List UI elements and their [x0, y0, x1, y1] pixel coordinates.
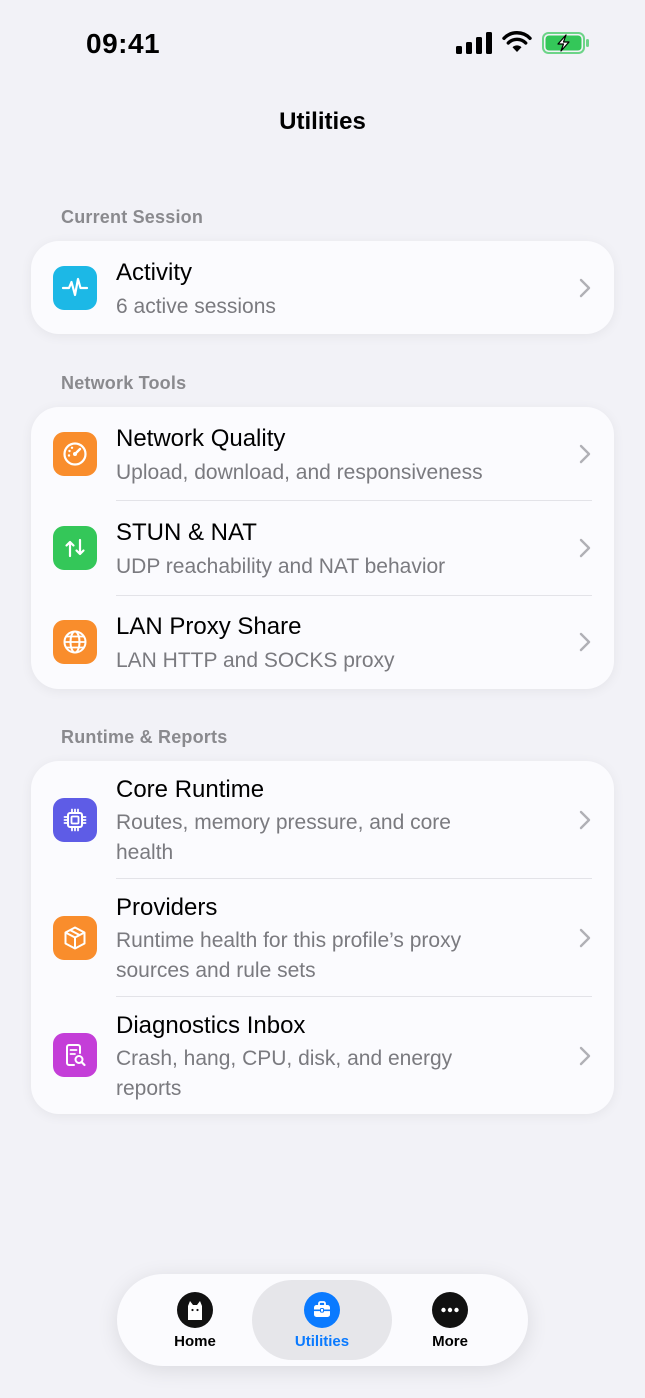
diagnostics-title: Diagnostics Inbox [116, 1012, 306, 1039]
tab-home[interactable]: Home [125, 1280, 265, 1360]
chevron-right-icon [579, 444, 591, 464]
box-icon [53, 916, 97, 960]
lan-proxy-title: LAN Proxy Share [116, 613, 302, 640]
network-quality-subtitle: Upload, download, and responsiveness [116, 461, 483, 484]
current-session-card: Activity 6 active sessions [31, 241, 614, 334]
utilities-screen: 09:41 Utilities Current Session Activity… [0, 0, 645, 1398]
arrows-updown-icon [53, 526, 97, 570]
chevron-right-icon [579, 632, 591, 652]
activity-subtitle: 6 active sessions [116, 295, 276, 318]
runtime-reports-card: Core Runtime Routes, memory pressure, an… [31, 761, 614, 1114]
wifi-icon [502, 31, 532, 52]
lan-proxy-row[interactable]: LAN Proxy Share LAN HTTP and SOCKS proxy [31, 595, 614, 689]
tab-bar: Home Utilities More [117, 1274, 528, 1366]
chevron-right-icon [579, 538, 591, 558]
section-header-runtime-reports: Runtime & Reports [61, 727, 228, 747]
core-runtime-row[interactable]: Core Runtime Routes, memory pressure, an… [31, 761, 614, 879]
stun-nat-row[interactable]: STUN & NAT UDP reachability and NAT beha… [31, 501, 614, 595]
chevron-right-icon [579, 928, 591, 948]
globe-icon [53, 620, 97, 664]
providers-row[interactable]: Providers Runtime health for this profil… [31, 879, 614, 997]
toolbox-icon [304, 1292, 340, 1328]
page-title: Utilities [279, 108, 366, 135]
cat-icon [177, 1292, 213, 1328]
diagnostics-row[interactable]: Diagnostics Inbox Crash, hang, CPU, disk… [31, 997, 614, 1114]
report-search-icon [53, 1033, 97, 1077]
battery-charging-icon [542, 32, 589, 54]
tab-more-label: More [432, 1333, 468, 1350]
stun-nat-title: STUN & NAT [116, 519, 257, 546]
tab-more[interactable]: More [380, 1280, 520, 1360]
section-header-network-tools: Network Tools [61, 373, 187, 393]
lan-proxy-subtitle: LAN HTTP and SOCKS proxy [116, 649, 395, 672]
network-quality-row[interactable]: Network Quality Upload, download, and re… [31, 407, 614, 501]
tab-utilities-label: Utilities [294, 1333, 350, 1350]
cpu-icon [53, 798, 97, 842]
providers-title: Providers [116, 894, 218, 921]
chevron-right-icon [579, 810, 591, 830]
network-tools-card: Network Quality Upload, download, and re… [31, 407, 614, 689]
tab-utilities[interactable]: Utilities [252, 1280, 392, 1360]
ellipsis-icon [432, 1292, 468, 1328]
stun-nat-subtitle: UDP reachability and NAT behavior [116, 555, 446, 578]
chevron-right-icon [579, 1046, 591, 1066]
core-runtime-subtitle: Routes, memory pressure, and core health [116, 811, 451, 864]
chevron-right-icon [579, 278, 591, 298]
section-header-current-session: Current Session [61, 207, 204, 227]
tab-home-label: Home [174, 1333, 216, 1350]
activity-title: Activity [116, 259, 193, 286]
speedometer-icon [53, 432, 97, 476]
status-time: 09:41 [86, 28, 161, 59]
providers-subtitle: Runtime health for this profile’s proxy … [116, 929, 462, 982]
network-quality-title: Network Quality [116, 425, 286, 452]
cellular-signal-icon [456, 32, 492, 54]
core-runtime-title: Core Runtime [116, 776, 265, 803]
activity-row[interactable]: Activity 6 active sessions [31, 241, 614, 334]
diagnostics-subtitle: Crash, hang, CPU, disk, and energy repor… [116, 1047, 453, 1100]
waveform-icon [53, 266, 97, 310]
